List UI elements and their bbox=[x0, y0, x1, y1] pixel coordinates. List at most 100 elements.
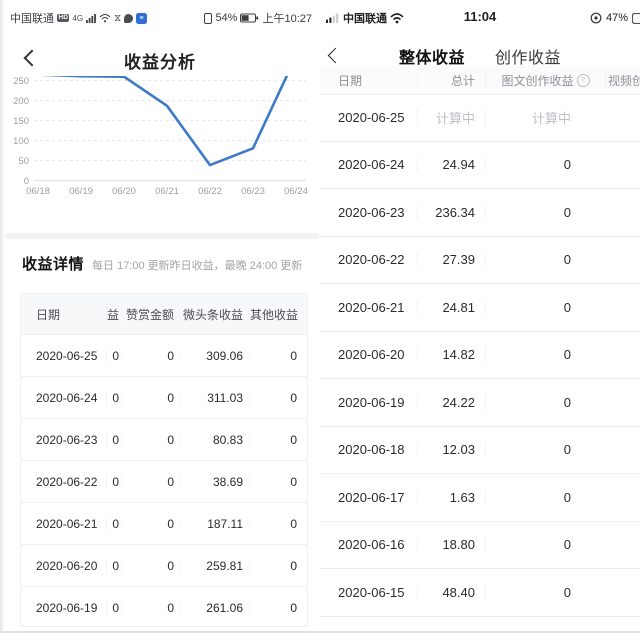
bottom-border bbox=[0, 631, 640, 640]
x-axis-tick: 06/18 bbox=[26, 186, 50, 197]
cell-reward-amount: 0 bbox=[121, 559, 179, 573]
cell-weitoutiao-income: 309.06 bbox=[179, 349, 249, 363]
wifi-icon bbox=[99, 13, 111, 23]
message-bubble-icon bbox=[124, 14, 133, 23]
x-axis-tick: 06/19 bbox=[69, 186, 93, 197]
cell-article-income: 0 bbox=[485, 157, 605, 172]
cell-date: 2020-06-16 bbox=[320, 537, 417, 552]
header-clipped-income: 益 bbox=[106, 306, 121, 323]
x-axis-tick: 06/22 bbox=[198, 186, 222, 197]
y-axis-tick: 250 bbox=[13, 76, 29, 87]
cell-article-income: 0 bbox=[485, 347, 605, 362]
header-date: 日期 bbox=[320, 72, 417, 89]
header-weitoutiao-income: 微头条收益 bbox=[179, 306, 249, 323]
income-details-title: 收益详情 bbox=[22, 253, 84, 274]
cell-clipped-income: 0 bbox=[106, 601, 121, 615]
table-row: 2020-06-24 0 0 311.03 0 bbox=[21, 376, 307, 418]
cell-clipped-income: 0 bbox=[106, 433, 121, 447]
y-axis-tick: 150 bbox=[13, 116, 29, 127]
cell-date: 2020-06-23 bbox=[320, 205, 417, 220]
cell-reward-amount: 0 bbox=[121, 601, 179, 615]
cell-date: 2020-06-18 bbox=[320, 442, 417, 457]
y-axis-tick: 200 bbox=[13, 96, 29, 107]
cell-date: 2020-06-22 bbox=[21, 475, 106, 489]
cell-date: 2020-06-23 bbox=[21, 433, 106, 447]
cell-total: 1.63 bbox=[417, 490, 485, 505]
info-icon[interactable]: ? bbox=[577, 74, 590, 87]
cell-article-income: 0 bbox=[485, 300, 605, 315]
cell-date: 2020-06-25 bbox=[320, 110, 417, 125]
table-row: 2020-06-19 0 0 261.06 0 bbox=[21, 586, 307, 627]
tab-overall-income[interactable]: 整体收益 bbox=[399, 44, 465, 68]
phone-icon bbox=[204, 13, 212, 24]
cell-total: 24.81 bbox=[417, 300, 485, 315]
cell-article-income: 0 bbox=[485, 252, 605, 267]
table-row: 2020-06-21 24.81 0 bbox=[320, 284, 640, 332]
income-details-table[interactable]: 日期 益 赞赏金额 微头条收益 其他收益 2020-06-25 0 0 309.… bbox=[20, 293, 308, 627]
table-row: 2020-06-23 0 0 80.83 0 bbox=[21, 418, 307, 460]
left-status-bar: 中国联通 HD 4G ⧖ ≡ 54% bbox=[10, 10, 312, 26]
cell-weitoutiao-income: 38.69 bbox=[179, 475, 249, 489]
header-reward-amount: 赞赏金额 bbox=[121, 306, 179, 323]
app-icon: ≡ bbox=[136, 13, 147, 24]
cell-total: 12.03 bbox=[417, 442, 485, 457]
header-article-income-label: 图文创作收益 bbox=[501, 72, 573, 89]
header-total: 总计 bbox=[417, 72, 485, 89]
tab-label: 创作收益 bbox=[495, 50, 561, 67]
cell-weitoutiao-income: 261.06 bbox=[179, 601, 249, 615]
y-axis-tick: 100 bbox=[13, 136, 29, 147]
header-other-income: 其他收益 bbox=[249, 306, 307, 323]
x-axis-tick: 06/24 bbox=[284, 186, 308, 197]
cell-date: 2020-06-22 bbox=[320, 252, 417, 267]
page-title: 收益分析 bbox=[0, 48, 320, 73]
cell-date: 2020-06-19 bbox=[320, 395, 417, 410]
x-axis-tick: 06/20 bbox=[112, 186, 136, 197]
table-row: 2020-06-20 0 0 259.81 0 bbox=[21, 544, 307, 586]
cell-date: 2020-06-19 bbox=[21, 601, 106, 615]
time-label: 11:04 bbox=[320, 9, 640, 24]
tab-creation-income[interactable]: 创作收益 bbox=[495, 44, 561, 68]
table-row: 2020-06-25 计算中 计算中 bbox=[320, 94, 640, 142]
header-article-income: 图文创作收益 ? bbox=[485, 72, 605, 89]
table-row: 2020-06-16 18.80 0 bbox=[320, 522, 640, 570]
table-row: 2020-06-21 0 0 187.11 0 bbox=[21, 502, 307, 544]
cell-clipped-income: 0 bbox=[106, 517, 121, 531]
income-tabs: 整体收益 创作收益 bbox=[320, 44, 640, 68]
cell-article-income: 0 bbox=[485, 442, 605, 457]
signal-bars-icon bbox=[86, 13, 96, 23]
table-header-row: 日期 益 赞赏金额 微头条收益 其他收益 bbox=[21, 294, 307, 334]
battery-percent-label: 54% bbox=[215, 12, 237, 24]
cell-clipped-income: 0 bbox=[106, 475, 121, 489]
table-body: 2020-06-25 0 0 309.06 0 2020-06-24 0 0 3… bbox=[21, 334, 307, 627]
cell-total: 236.34 bbox=[417, 205, 485, 220]
overall-income-table[interactable]: 2020-06-25 计算中 计算中 2020-06-24 24.94 0 20… bbox=[320, 94, 640, 632]
cell-date: 2020-06-20 bbox=[320, 347, 417, 362]
table-row: 2020-06-23 236.34 0 bbox=[320, 189, 640, 237]
cell-total: 48.40 bbox=[417, 585, 485, 600]
cell-weitoutiao-income: 259.81 bbox=[179, 559, 249, 573]
x-axis-tick: 06/23 bbox=[241, 186, 265, 197]
cell-clipped-income: 0 bbox=[106, 349, 121, 363]
cell-weitoutiao-income: 187.11 bbox=[179, 517, 249, 531]
cell-total: 24.22 bbox=[417, 395, 485, 410]
cell-date: 2020-06-20 bbox=[21, 559, 106, 573]
cell-reward-amount: 0 bbox=[121, 391, 179, 405]
income-line-chart: 25020015010050006/1806/1906/2006/2106/22… bbox=[0, 76, 320, 202]
table-row: 2020-06-22 0 0 38.69 0 bbox=[21, 460, 307, 502]
y-axis-tick: 50 bbox=[18, 156, 29, 167]
cell-other-income: 0 bbox=[249, 433, 307, 447]
cell-reward-amount: 0 bbox=[121, 433, 179, 447]
table-row: 2020-06-14 53.74 0 bbox=[320, 617, 640, 633]
cell-article-income: 0 bbox=[485, 205, 605, 220]
cell-article-income: 0 bbox=[485, 537, 605, 552]
section-divider bbox=[5, 233, 320, 239]
cell-article-income: 计算中 bbox=[485, 108, 605, 127]
cell-total: 计算中 bbox=[417, 108, 485, 127]
cell-other-income: 0 bbox=[249, 517, 307, 531]
cell-other-income: 0 bbox=[249, 349, 307, 363]
cell-date: 2020-06-25 bbox=[21, 349, 106, 363]
cell-total: 27.39 bbox=[417, 252, 485, 267]
table-row: 2020-06-15 48.40 0 bbox=[320, 569, 640, 617]
cell-weitoutiao-income: 311.03 bbox=[179, 391, 249, 405]
cell-other-income: 0 bbox=[249, 559, 307, 573]
